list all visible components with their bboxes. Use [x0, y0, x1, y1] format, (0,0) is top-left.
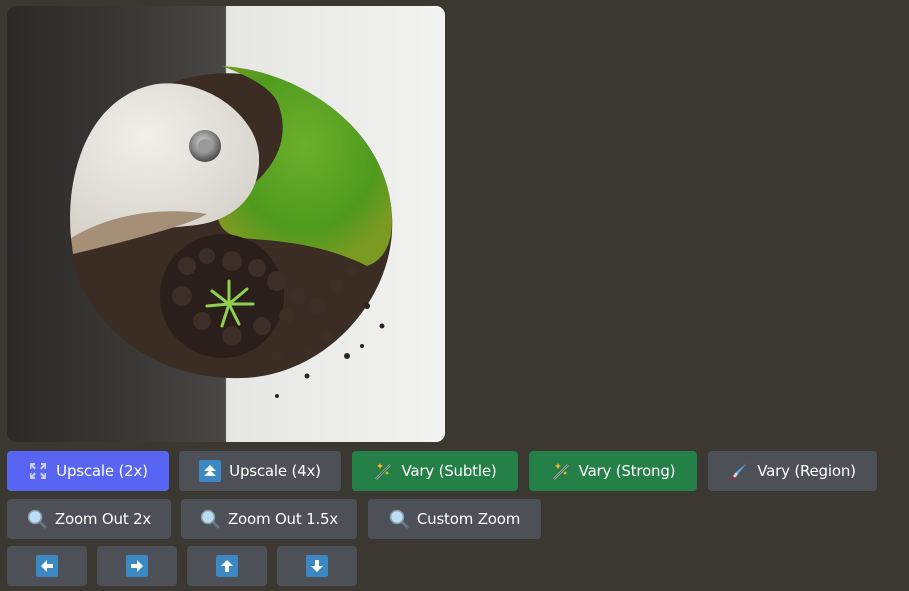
- magnifier-icon: [389, 509, 409, 529]
- magnifier-icon: [27, 509, 47, 529]
- generated-image[interactable]: [7, 6, 445, 442]
- vary-region-button[interactable]: Vary (Region): [708, 451, 877, 491]
- vary-subtle-label: Vary (Subtle): [401, 462, 497, 480]
- upscale-2x-label: Upscale (2x): [56, 462, 148, 480]
- vary-region-label: Vary (Region): [757, 462, 856, 480]
- pan-right-button[interactable]: [97, 546, 177, 586]
- custom-zoom-button[interactable]: Custom Zoom: [368, 499, 541, 539]
- magnifier-icon: [200, 509, 220, 529]
- expand-arrows-icon: [28, 461, 48, 481]
- upscale-2x-button[interactable]: Upscale (2x): [7, 451, 169, 491]
- zoom-out-2x-button[interactable]: Zoom Out 2x: [7, 499, 171, 539]
- paintbrush-icon: [729, 461, 749, 481]
- magic-wand-icon: [373, 461, 393, 481]
- custom-zoom-label: Custom Zoom: [416, 510, 521, 528]
- zoom-out-1-5x-button[interactable]: Zoom Out 1.5x: [181, 499, 357, 539]
- vary-subtle-button[interactable]: Vary (Subtle): [352, 451, 518, 491]
- pan-down-button[interactable]: [277, 546, 357, 586]
- pan-left-button[interactable]: [7, 546, 87, 586]
- arrow-right-icon: [126, 555, 148, 577]
- yin-yang-artwork: [68, 66, 393, 398]
- arrow-left-icon: [36, 555, 58, 577]
- upscale-4x-button[interactable]: Upscale (4x): [179, 451, 341, 491]
- magic-wand-icon: [551, 461, 571, 481]
- vary-strong-label: Vary (Strong): [578, 462, 676, 480]
- double-up-arrow-icon: [199, 460, 222, 482]
- upscale-4x-label: Upscale (4x): [229, 462, 321, 480]
- zoom-out-2x-label: Zoom Out 2x: [54, 510, 152, 528]
- arrow-up-icon: [216, 555, 238, 577]
- pan-up-button[interactable]: [187, 546, 267, 586]
- zoom-out-1-5x-label: Zoom Out 1.5x: [227, 510, 339, 528]
- arrow-down-icon: [306, 555, 328, 577]
- vary-strong-button[interactable]: Vary (Strong): [529, 451, 697, 491]
